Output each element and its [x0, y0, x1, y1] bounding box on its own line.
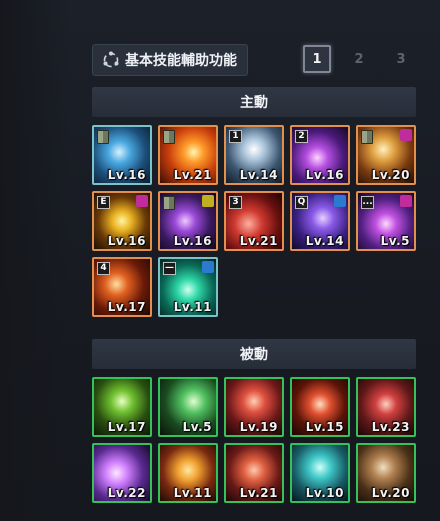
skill-level: Lv.16 [107, 168, 146, 182]
skill-badge-icon [136, 195, 148, 207]
active-skill-slot-2[interactable]: Lv.21 [158, 125, 218, 185]
active-skill-slot-10[interactable]: ... Lv.5 [356, 191, 416, 251]
active-skill-slot-9[interactable]: Q Lv.14 [290, 191, 350, 251]
skill-level: Lv.17 [107, 420, 146, 434]
passive-skill-slot-9[interactable]: Lv.10 [290, 443, 350, 503]
skill-level: Lv.5 [380, 234, 410, 248]
skill-level: Lv.20 [371, 486, 410, 500]
skill-level: Lv.21 [173, 168, 212, 182]
passive-skill-slot-7[interactable]: Lv.11 [158, 443, 218, 503]
hotkey-label: E [97, 196, 110, 209]
skill-level: Lv.16 [173, 234, 212, 248]
skill-badge-icon [202, 195, 214, 207]
passive-skill-slot-2[interactable]: Lv.5 [158, 377, 218, 437]
passive-skill-slot-3[interactable]: Lv.19 [224, 377, 284, 437]
page-button-2[interactable]: 2 [345, 45, 373, 73]
skill-level: Lv.16 [107, 234, 146, 248]
skill-level: Lv.5 [182, 420, 212, 434]
page-button-1[interactable]: 1 [303, 45, 331, 73]
passive-skill-slot-10[interactable]: Lv.20 [356, 443, 416, 503]
passive-skill-slot-6[interactable]: Lv.22 [92, 443, 152, 503]
skill-level: Lv.17 [107, 300, 146, 314]
skill-badge-icon [202, 261, 214, 273]
page-button-3[interactable]: 3 [387, 45, 415, 73]
skill-book-icon [163, 196, 175, 210]
skill-badge-icon [334, 195, 346, 207]
basic-skill-assist-label: 基本技能輔助功能 [125, 53, 237, 69]
skill-level: Lv.11 [173, 486, 212, 500]
active-skill-slot-8[interactable]: 3 Lv.21 [224, 191, 284, 251]
skill-book-icon [361, 130, 373, 144]
assist-ring-icon [101, 50, 121, 70]
background-shade [0, 0, 70, 521]
passive-skill-slot-5[interactable]: Lv.23 [356, 377, 416, 437]
hotkey-label: 1 [229, 130, 242, 143]
active-skill-slot-4[interactable]: 2 Lv.16 [290, 125, 350, 185]
active-skill-slot-7[interactable]: Lv.16 [158, 191, 218, 251]
skill-book-icon [163, 130, 175, 144]
skill-level: Lv.21 [239, 486, 278, 500]
skill-level: Lv.21 [239, 234, 278, 248]
skill-level: Lv.14 [239, 168, 278, 182]
active-skill-slot-11[interactable]: 4 Lv.17 [92, 257, 152, 317]
hotkey-label: — [163, 262, 176, 275]
active-skills-header: 主動 [92, 87, 416, 117]
active-skill-slot-1[interactable]: Lv.16 [92, 125, 152, 185]
basic-skill-assist-button[interactable]: 基本技能輔助功能 [92, 44, 248, 76]
hotkey-label: 4 [97, 262, 110, 275]
skill-level: Lv.15 [305, 420, 344, 434]
active-skill-slot-6[interactable]: E Lv.16 [92, 191, 152, 251]
hotkey-label: ... [361, 196, 374, 209]
skill-badge-icon [400, 195, 412, 207]
hotkey-label: Q [295, 196, 308, 209]
skill-level: Lv.19 [239, 420, 278, 434]
skill-book-icon [97, 130, 109, 144]
active-skill-slot-3[interactable]: 1 Lv.14 [224, 125, 284, 185]
skill-level: Lv.22 [107, 486, 146, 500]
skill-level: Lv.16 [305, 168, 344, 182]
skill-level: Lv.10 [305, 486, 344, 500]
passive-skill-slot-8[interactable]: Lv.21 [224, 443, 284, 503]
skill-level: Lv.14 [305, 234, 344, 248]
passive-skill-slot-4[interactable]: Lv.15 [290, 377, 350, 437]
passive-skill-slot-1[interactable]: Lv.17 [92, 377, 152, 437]
skill-level: Lv.11 [173, 300, 212, 314]
skill-level: Lv.23 [371, 420, 410, 434]
hotkey-label: 3 [229, 196, 242, 209]
passive-skills-header: 被動 [92, 339, 416, 369]
active-skill-slot-5[interactable]: Lv.20 [356, 125, 416, 185]
active-skill-slot-12[interactable]: — Lv.11 [158, 257, 218, 317]
skill-level: Lv.20 [371, 168, 410, 182]
skill-badge-icon [400, 129, 412, 141]
hotkey-label: 2 [295, 130, 308, 143]
